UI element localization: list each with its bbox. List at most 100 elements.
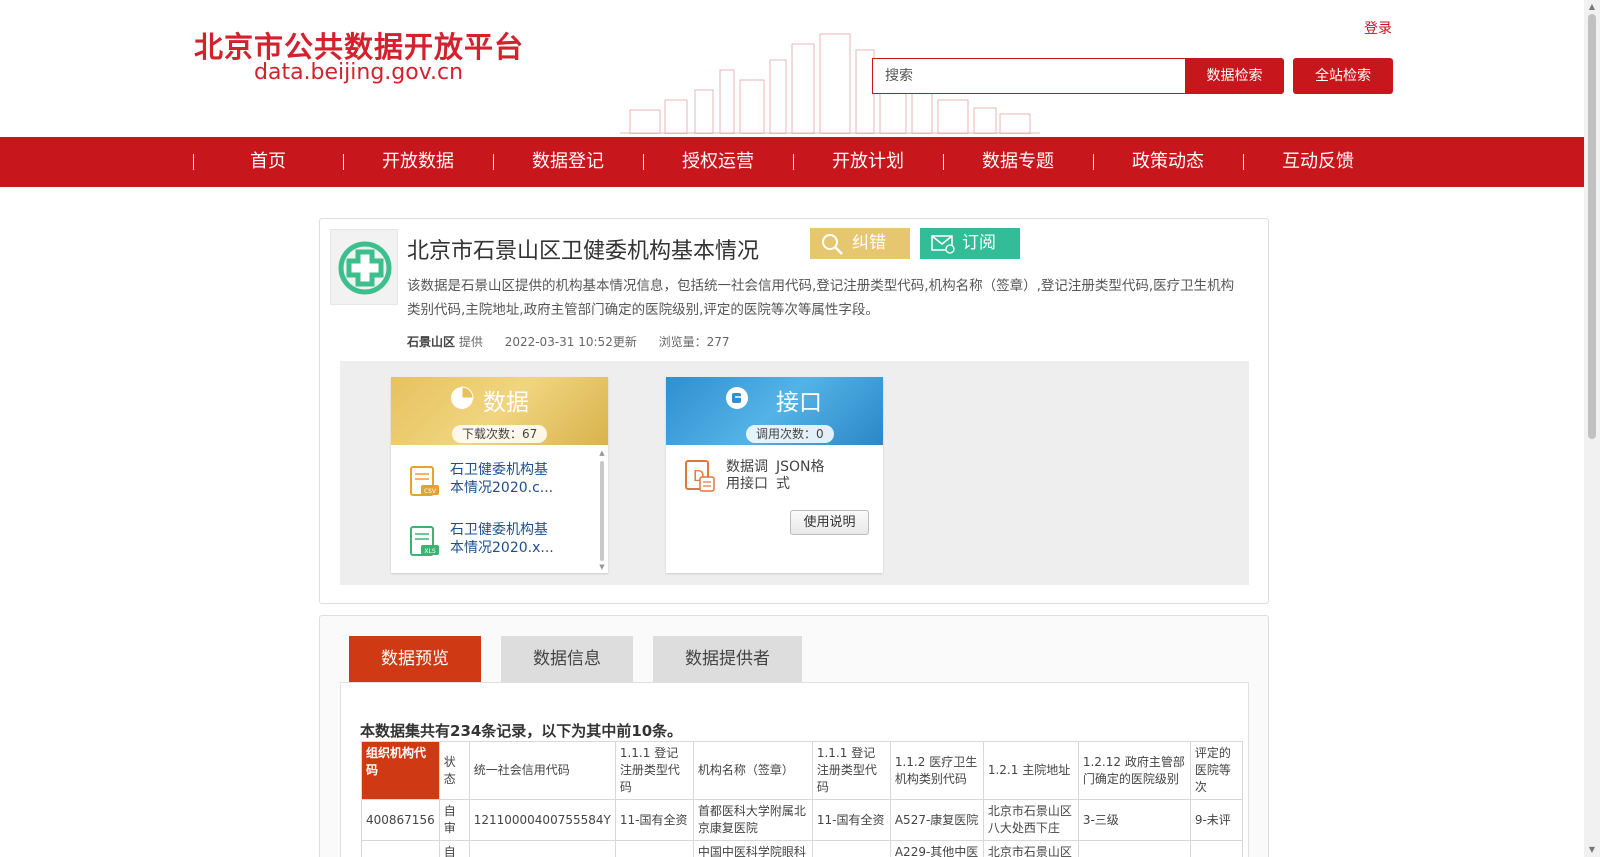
- table-cell: 首都医科大学附属北京康复医院: [692, 799, 813, 841]
- scroll-up-arrow[interactable]: ▲: [598, 449, 606, 457]
- table-cell: 11-国有全资: [811, 799, 891, 841]
- table-cell: 自审: [438, 799, 470, 841]
- report-error-button[interactable]: 纠错: [810, 228, 910, 259]
- nav-item-policy-news[interactable]: 政策动态: [1093, 137, 1243, 187]
- tab-data-info[interactable]: 数据信息: [501, 636, 633, 682]
- usage-guide-button[interactable]: 使用说明: [790, 510, 869, 535]
- xls-file-name: 石卫健委机构基本情况2020.x...: [450, 522, 554, 556]
- magnifier-icon: [822, 234, 843, 255]
- csv-file-name: 石卫健委机构基本情况2020.c...: [450, 462, 554, 496]
- table-cell: 北京市石景山区八大处西下庄: [982, 799, 1079, 841]
- table-cell: 12110000400755584Y: [468, 799, 616, 841]
- table-cell: A229-其他中医: [889, 840, 984, 857]
- table-cell: 11-国有全资: [614, 799, 694, 841]
- page-scroll-up-arrow[interactable]: ▲: [1584, 2, 1600, 11]
- api-label: 数据调用接口: [726, 459, 768, 492]
- site-header: 北京市公共数据开放平台 data.beijing.gov.cn 登录 数据检索 …: [0, 0, 1584, 136]
- provider-suffix: 提供: [458, 335, 483, 349]
- main-nav: 首页 开放数据 数据登记 授权运营 开放计划 数据专题 政策动态 互动反馈: [0, 137, 1584, 187]
- resource-area: 数据 下载次数：67 CSV 石卫健委机构基本情况2020.c... XLS 石…: [340, 361, 1249, 585]
- dataset-description: 该数据是石景山区提供的机构基本情况信息，包括统一社会信用代码,登记注册类型代码,…: [407, 278, 1235, 318]
- dataset-detail-card: 数据预览 数据信息 数据提供者 本数据集共有234条记录，以下为其中前10条。 …: [319, 615, 1269, 857]
- file-list-scrollbar[interactable]: ▲ ▼: [598, 449, 606, 573]
- csv-file-link[interactable]: CSV 石卫健委机构基本情况2020.c...: [409, 461, 589, 505]
- table-cell: [361, 840, 440, 857]
- dataset-title: 北京市石景山区卫健委机构基本情况: [407, 239, 760, 264]
- dataset-views: 浏览量：277: [658, 335, 730, 349]
- xls-file-icon: XLS: [410, 526, 439, 556]
- dataset-provider[interactable]: 石景山区: [407, 335, 455, 349]
- table-cell: 9-未评: [1189, 799, 1243, 841]
- tab-data-provider[interactable]: 数据提供者: [653, 636, 802, 682]
- dataset-updated: 2022-03-31 10:52更新: [504, 335, 637, 349]
- tab-data-preview[interactable]: 数据预览: [349, 636, 481, 682]
- csv-file-icon: CSV: [410, 466, 439, 496]
- table-cell: 中国中医科学院眼科: [692, 840, 813, 857]
- table-row: 400867156 自审 12110000400755584Y 11-国有全资 …: [361, 799, 1243, 841]
- column-header: 1.1.1 登记注册类型代码: [614, 741, 694, 800]
- login-link[interactable]: 登录: [1364, 18, 1392, 38]
- preview-table: 组织机构代码 状态 统一社会信用代码 1.1.1 登记注册类型代码 机构名称（签…: [361, 741, 1243, 857]
- column-header: 1.2.12 政府主管部门确定的医院级别: [1077, 741, 1191, 800]
- site-logo-url[interactable]: data.beijing.gov.cn: [254, 60, 463, 85]
- dataset-thumbnail: [330, 229, 398, 305]
- nav-item-open-data[interactable]: 开放数据: [343, 137, 493, 187]
- column-header: 统一社会信用代码: [468, 741, 616, 800]
- data-download-box: 数据 下载次数：67 CSV 石卫健委机构基本情况2020.c... XLS 石…: [391, 377, 608, 573]
- scroll-down-arrow[interactable]: ▼: [598, 563, 606, 571]
- page-scrollbar[interactable]: ▲ ▼: [1584, 0, 1600, 857]
- table-cell: 自: [438, 840, 470, 857]
- api-box: 接口 调用次数：0 D 数据调用接口 JSON格式 使用说明: [666, 377, 883, 573]
- download-count: 下载次数：67: [452, 425, 548, 443]
- column-header: 1.1.1 登记注册类型代码: [811, 741, 891, 800]
- table-cell: [1189, 840, 1243, 857]
- table-cell: 3-三级: [1077, 799, 1191, 841]
- table-row: 自 中国中医科学院眼科 A229-其他中医 北京市石景山区: [361, 840, 1243, 857]
- table-cell: 北京市石景山区: [982, 840, 1079, 857]
- api-box-header: 接口 调用次数：0: [666, 377, 883, 445]
- scroll-thumb[interactable]: [600, 461, 604, 561]
- nav-item-open-plan[interactable]: 开放计划: [793, 137, 943, 187]
- nav-item-data-registration[interactable]: 数据登记: [493, 137, 643, 187]
- column-header: 1.1.2 医疗卫生机构类别代码: [889, 741, 984, 800]
- subscribe-label: 订阅: [962, 233, 996, 253]
- mail-icon: [931, 235, 955, 254]
- preview-panel: 本数据集共有234条记录，以下为其中前10条。 组织机构代码 状态 统一社会信用…: [340, 682, 1249, 857]
- site-search-button[interactable]: 全站检索: [1293, 58, 1393, 94]
- dataset-meta: 石景山区 提供 2022-03-31 10:52更新 浏览量：277: [407, 333, 730, 350]
- table-cell: [614, 840, 694, 857]
- data-search-button[interactable]: 数据检索: [1185, 58, 1284, 94]
- pie-chart-icon: [451, 386, 474, 409]
- column-header: 机构名称（签章）: [692, 741, 813, 800]
- medical-cross-icon: [338, 241, 392, 295]
- record-count-summary: 本数据集共有234条记录，以下为其中前10条。: [360, 722, 683, 740]
- api-box-title: 接口: [776, 390, 822, 416]
- dataset-info-card: 北京市石景山区卫健委机构基本情况 纠错 订阅 该数据是石景山区提供的机构基本情况…: [319, 218, 1269, 604]
- nav-item-data-topics[interactable]: 数据专题: [943, 137, 1093, 187]
- data-box-header: 数据 下载次数：67: [391, 377, 608, 445]
- nav-item-home[interactable]: 首页: [193, 137, 343, 187]
- column-header: 状态: [438, 741, 470, 800]
- table-cell: [468, 840, 616, 857]
- xls-file-link[interactable]: XLS 石卫健委机构基本情况2020.x...: [409, 521, 589, 565]
- data-box-title: 数据: [483, 390, 529, 416]
- table-header-row: 组织机构代码 状态 统一社会信用代码 1.1.1 登记注册类型代码 机构名称（签…: [361, 741, 1243, 800]
- nav-item-authorized-operation[interactable]: 授权运营: [643, 137, 793, 187]
- search-input[interactable]: [872, 58, 1185, 94]
- api-icon: [726, 387, 748, 409]
- svg-text:CSV: CSV: [424, 488, 437, 495]
- nav-item-feedback[interactable]: 互动反馈: [1243, 137, 1393, 187]
- svg-text:XLS: XLS: [424, 548, 435, 555]
- table-cell: [811, 840, 891, 857]
- column-header: 评定的医院等次: [1189, 741, 1243, 800]
- table-cell: A527-康复医院: [889, 799, 984, 841]
- api-format: JSON格式: [776, 459, 825, 492]
- page-scroll-down-arrow[interactable]: ▼: [1584, 845, 1600, 854]
- column-header: 1.2.1 主院地址: [982, 741, 1079, 800]
- api-document-icon: D: [685, 460, 715, 492]
- table-cell: 400867156: [361, 799, 440, 841]
- page-scroll-thumb[interactable]: [1588, 14, 1596, 439]
- column-header: 组织机构代码: [361, 741, 440, 800]
- report-error-label: 纠错: [852, 233, 886, 253]
- subscribe-button[interactable]: 订阅: [920, 228, 1020, 259]
